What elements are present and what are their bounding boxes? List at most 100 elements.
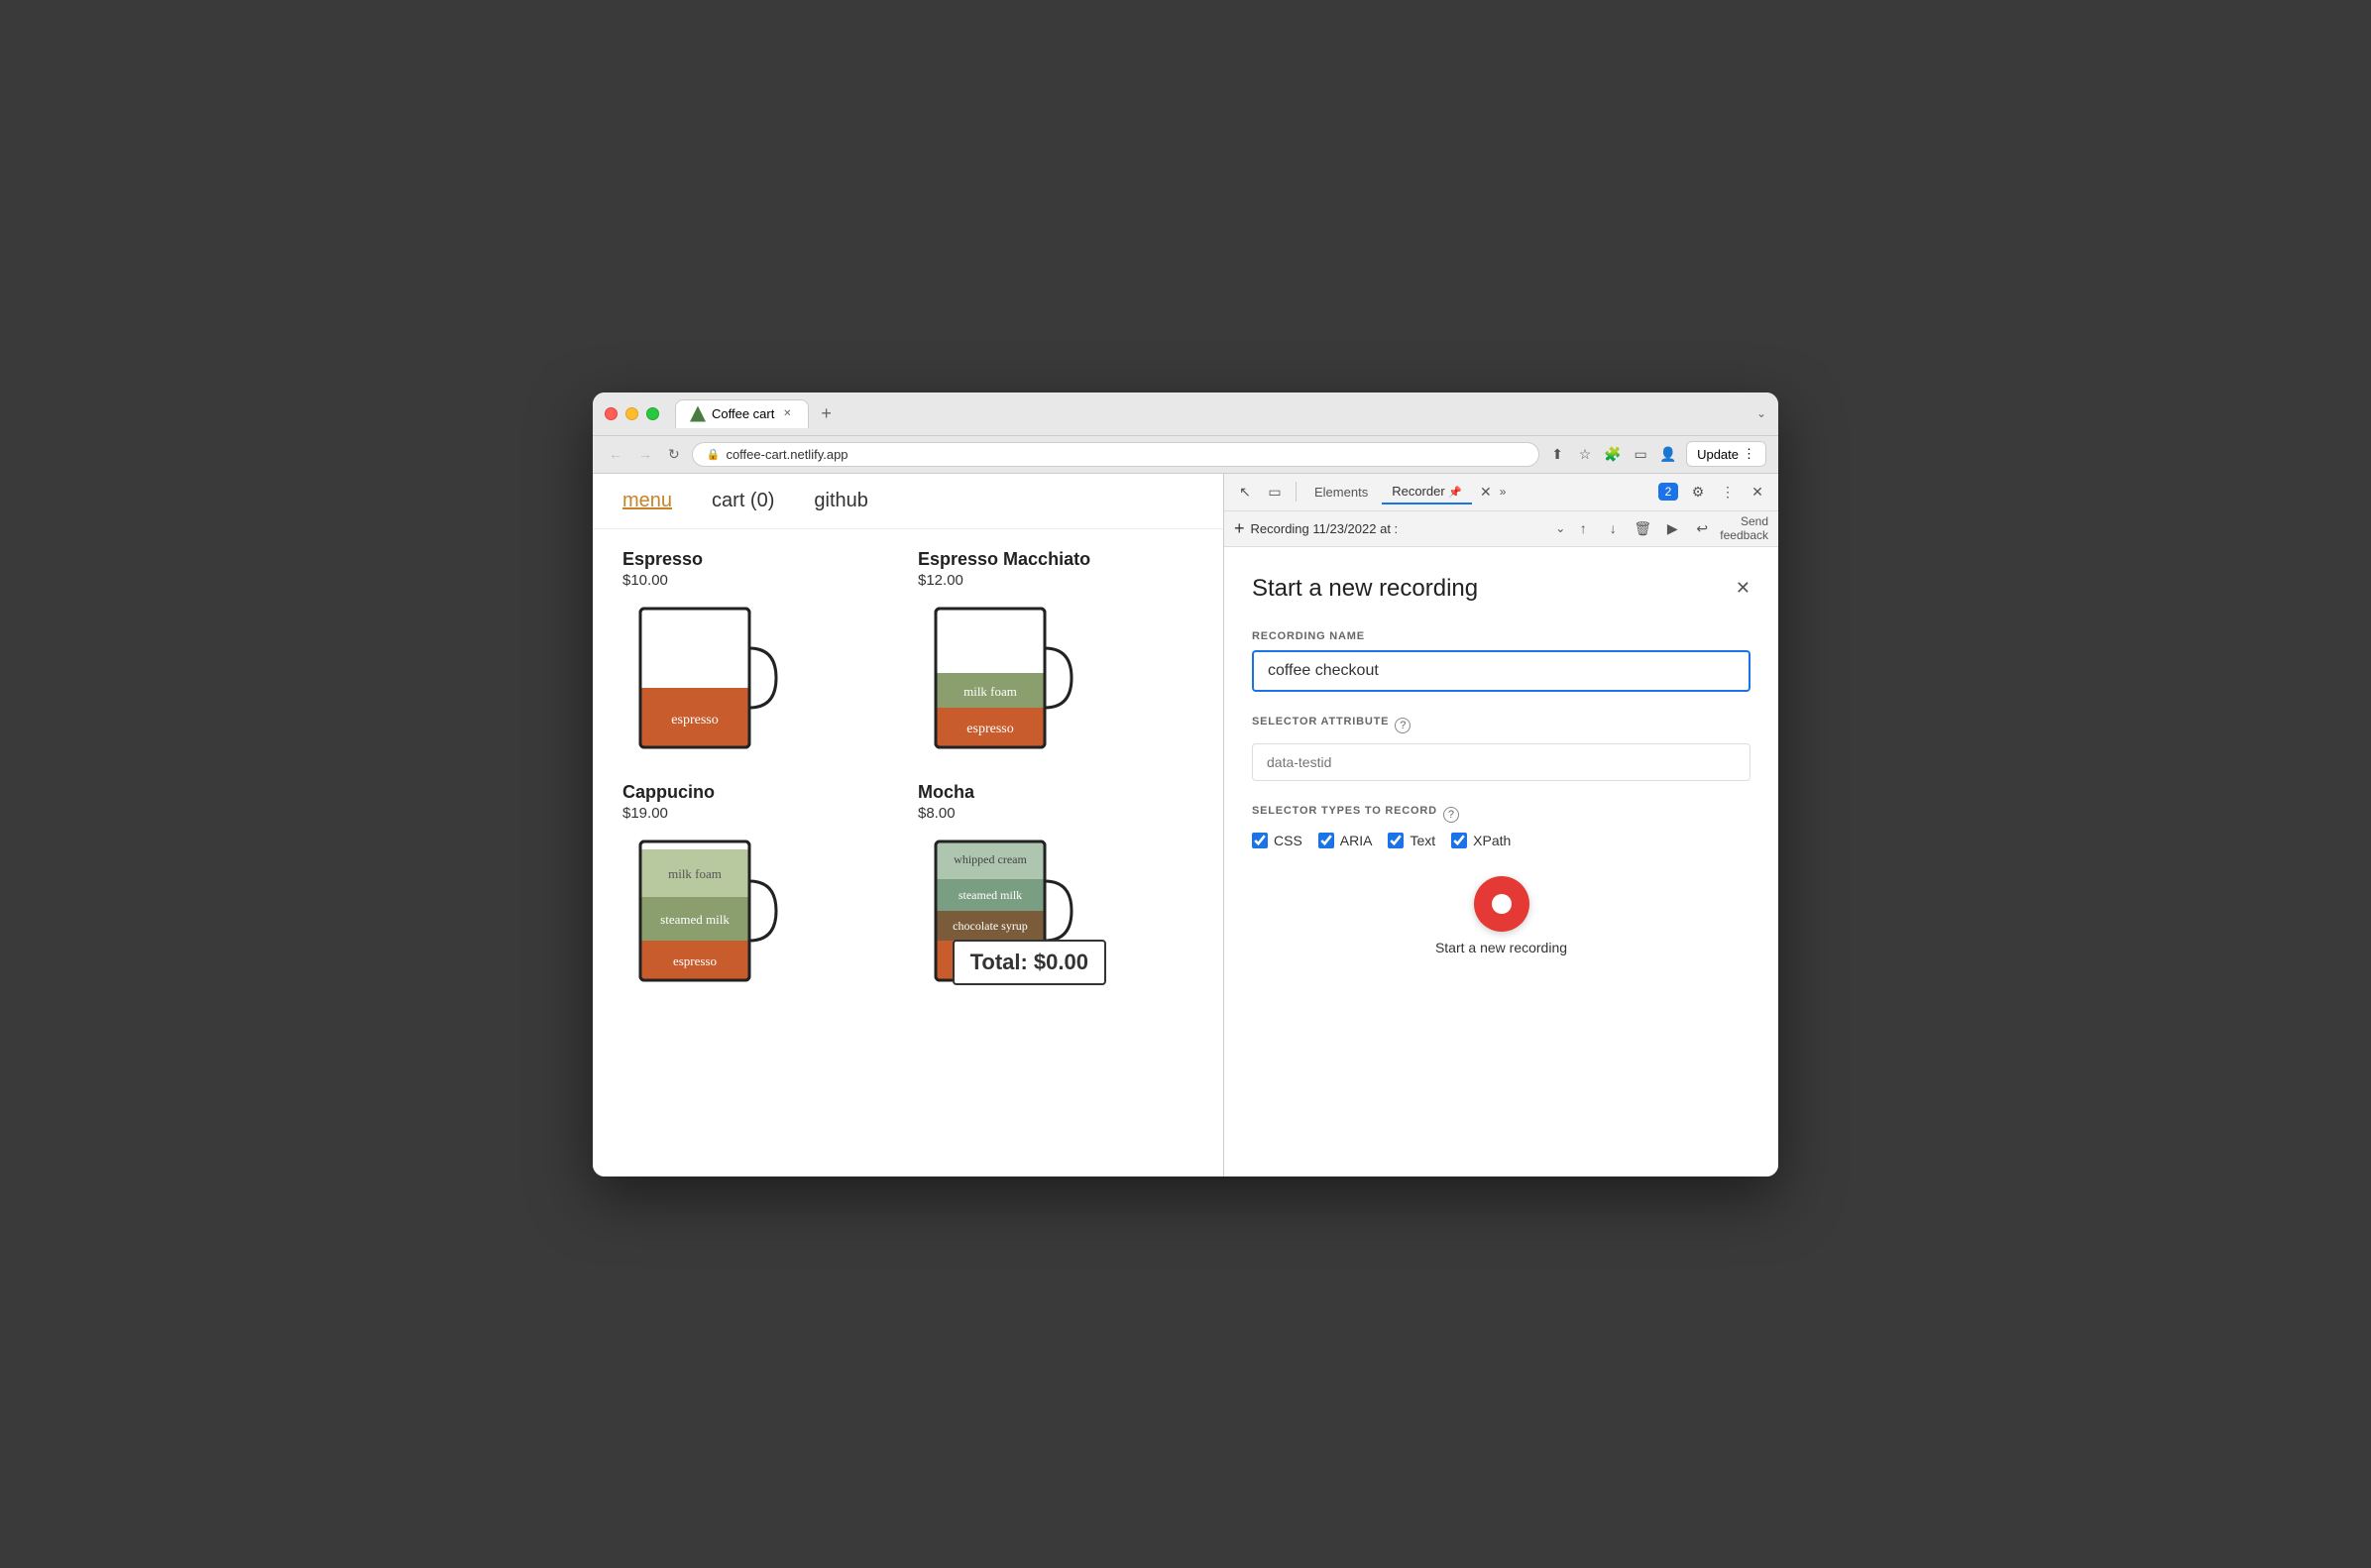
update-button[interactable]: Update ⋮ [1686, 441, 1766, 467]
total-tooltip: Total: $0.00 [953, 940, 1106, 985]
delete-recording-button[interactable]: 🗑 [1631, 516, 1654, 540]
recorder-pin-icon: 📌 [1448, 487, 1462, 499]
coffee-name: Cappucino [622, 782, 898, 803]
svg-text:steamed milk: steamed milk [959, 888, 1022, 902]
recorder-content: Start a new recording ✕ RECORDING NAME S… [1224, 547, 1778, 1176]
coffee-name: Espresso [622, 549, 898, 570]
play-recording-button[interactable]: ▶ [1660, 516, 1684, 540]
svg-text:espresso: espresso [966, 722, 1013, 736]
list-item[interactable]: Espresso Macchiato $12.00 milk foam [918, 549, 1193, 762]
recording-name-input[interactable] [1252, 650, 1750, 692]
devtools-toolbar: ↖ ▭ Elements Recorder 📌 ✕ » 2 ⚙ ⋮ ✕ [1224, 474, 1778, 511]
css-checkbox-item[interactable]: CSS [1252, 833, 1302, 848]
recording-chevron[interactable]: ⌄ [1555, 521, 1565, 535]
inspect-icon[interactable]: ↖ [1232, 479, 1258, 504]
device-icon[interactable]: ▭ [1262, 479, 1288, 504]
more-options-icon[interactable]: ⋮ [1715, 479, 1741, 504]
list-item[interactable]: Espresso $10.00 e [622, 549, 898, 762]
undo-button[interactable]: ↩ [1690, 516, 1714, 540]
coffee-price: $10.00 [622, 572, 898, 589]
start-recording-label: Start a new recording [1435, 940, 1567, 955]
share-icon[interactable]: ⬆ [1547, 444, 1567, 464]
toolbar-icons: ⬆ ☆ 🧩 ▭ 👤 Update ⋮ [1547, 441, 1766, 467]
devtools-close-button[interactable]: ✕ [1745, 479, 1770, 504]
recording-name-field: RECORDING NAME [1252, 630, 1750, 716]
tab-bar: Coffee cart ✕ + ⌄ [675, 399, 1766, 428]
recorder-title: Start a new recording ✕ [1252, 575, 1750, 603]
selector-attribute-section: SELECTOR ATTRIBUTE ? [1252, 716, 1750, 781]
record-inner-dot [1492, 894, 1512, 914]
nav-github[interactable]: github [814, 490, 868, 512]
coffee-price: $19.00 [622, 805, 898, 822]
tab-chevron-icon[interactable]: ⌄ [1756, 406, 1766, 420]
coffee-price: $8.00 [918, 805, 1193, 822]
separator [1296, 482, 1297, 502]
close-traffic-light[interactable] [605, 407, 618, 420]
recorder-tab[interactable]: Recorder 📌 [1382, 480, 1472, 504]
profile-icon[interactable]: 👤 [1658, 444, 1678, 464]
address-text: coffee-cart.netlify.app [726, 447, 847, 462]
new-tab-button[interactable]: + [813, 399, 840, 428]
chat-icon[interactable]: 2 [1655, 479, 1681, 504]
update-btn-dots: ⋮ [1743, 446, 1755, 462]
recorder-title-text: Start a new recording [1252, 575, 1478, 603]
text-label: Text [1410, 833, 1435, 848]
start-recording-button[interactable] [1474, 876, 1529, 932]
tab-title: Coffee cart [712, 406, 774, 421]
list-item[interactable]: Mocha $8.00 [918, 782, 1193, 995]
forward-button[interactable]: → [634, 444, 656, 464]
browser-tab[interactable]: Coffee cart ✕ [675, 399, 809, 428]
maximize-traffic-light[interactable] [646, 407, 659, 420]
upload-recording-button[interactable]: ↑ [1571, 516, 1595, 540]
minimize-traffic-light[interactable] [625, 407, 638, 420]
selector-attr-label: SELECTOR ATTRIBUTE [1252, 716, 1389, 728]
recorder-tab-close[interactable]: ✕ [1476, 480, 1496, 504]
svg-text:steamed milk: steamed milk [660, 912, 730, 927]
selector-attr-input[interactable] [1252, 743, 1750, 781]
title-bar: Coffee cart ✕ + ⌄ [593, 392, 1778, 436]
svg-text:espresso: espresso [673, 953, 717, 968]
nav-menu[interactable]: menu [622, 490, 672, 512]
coffee-name: Mocha [918, 782, 1193, 803]
text-checkbox-item[interactable]: Text [1388, 833, 1435, 848]
extensions-icon[interactable]: 🧩 [1603, 444, 1623, 464]
address-input[interactable]: 🔒 coffee-cart.netlify.app [692, 442, 1539, 467]
text-checkbox[interactable] [1388, 833, 1404, 848]
list-item[interactable]: Cappucino $19.00 [622, 782, 898, 995]
start-recording-section: Start a new recording [1252, 876, 1750, 955]
aria-checkbox[interactable] [1318, 833, 1334, 848]
recorder-tab-label: Recorder [1392, 484, 1444, 499]
xpath-checkbox-item[interactable]: XPath [1451, 833, 1511, 848]
address-bar: ← → ↻ 🔒 coffee-cart.netlify.app ⬆ ☆ 🧩 ▭ … [593, 436, 1778, 474]
css-checkbox[interactable] [1252, 833, 1268, 848]
coffee-cup: espresso [622, 599, 781, 762]
tab-close-button[interactable]: ✕ [780, 407, 794, 421]
svg-text:whipped cream: whipped cream [954, 852, 1027, 866]
sidebar-icon[interactable]: ▭ [1631, 444, 1650, 464]
more-tabs-icon[interactable]: » [1500, 485, 1507, 499]
selector-attr-help-icon[interactable]: ? [1395, 718, 1411, 733]
recorder-close-button[interactable]: ✕ [1736, 578, 1750, 599]
send-feedback-button[interactable]: Send feedback [1720, 514, 1768, 543]
add-recording-button[interactable]: + [1234, 518, 1245, 539]
refresh-button[interactable]: ↻ [664, 444, 684, 465]
selector-types-help-icon[interactable]: ? [1443, 807, 1459, 823]
aria-checkbox-item[interactable]: ARIA [1318, 833, 1373, 848]
page-nav: menu cart (0) github [593, 474, 1223, 529]
settings-icon[interactable]: ⚙ [1685, 479, 1711, 504]
coffee-cup: milk foam steamed milk espresso [622, 832, 781, 995]
xpath-checkbox[interactable] [1451, 833, 1467, 848]
chat-badge: 2 [1658, 483, 1679, 501]
elements-tab[interactable]: Elements [1304, 481, 1378, 504]
devtools-panel: ↖ ▭ Elements Recorder 📌 ✕ » 2 ⚙ ⋮ ✕ [1223, 474, 1778, 1176]
xpath-label: XPath [1473, 833, 1511, 848]
nav-cart[interactable]: cart (0) [712, 490, 774, 512]
bookmark-icon[interactable]: ☆ [1575, 444, 1595, 464]
coffee-name: Espresso Macchiato [918, 549, 1193, 570]
traffic-lights [605, 407, 659, 420]
back-button[interactable]: ← [605, 444, 626, 464]
download-recording-button[interactable]: ↓ [1601, 516, 1625, 540]
svg-text:milk foam: milk foam [668, 866, 722, 881]
coffee-price: $12.00 [918, 572, 1193, 589]
recording-selector[interactable]: Recording 11/23/2022 at : [1251, 521, 1550, 536]
